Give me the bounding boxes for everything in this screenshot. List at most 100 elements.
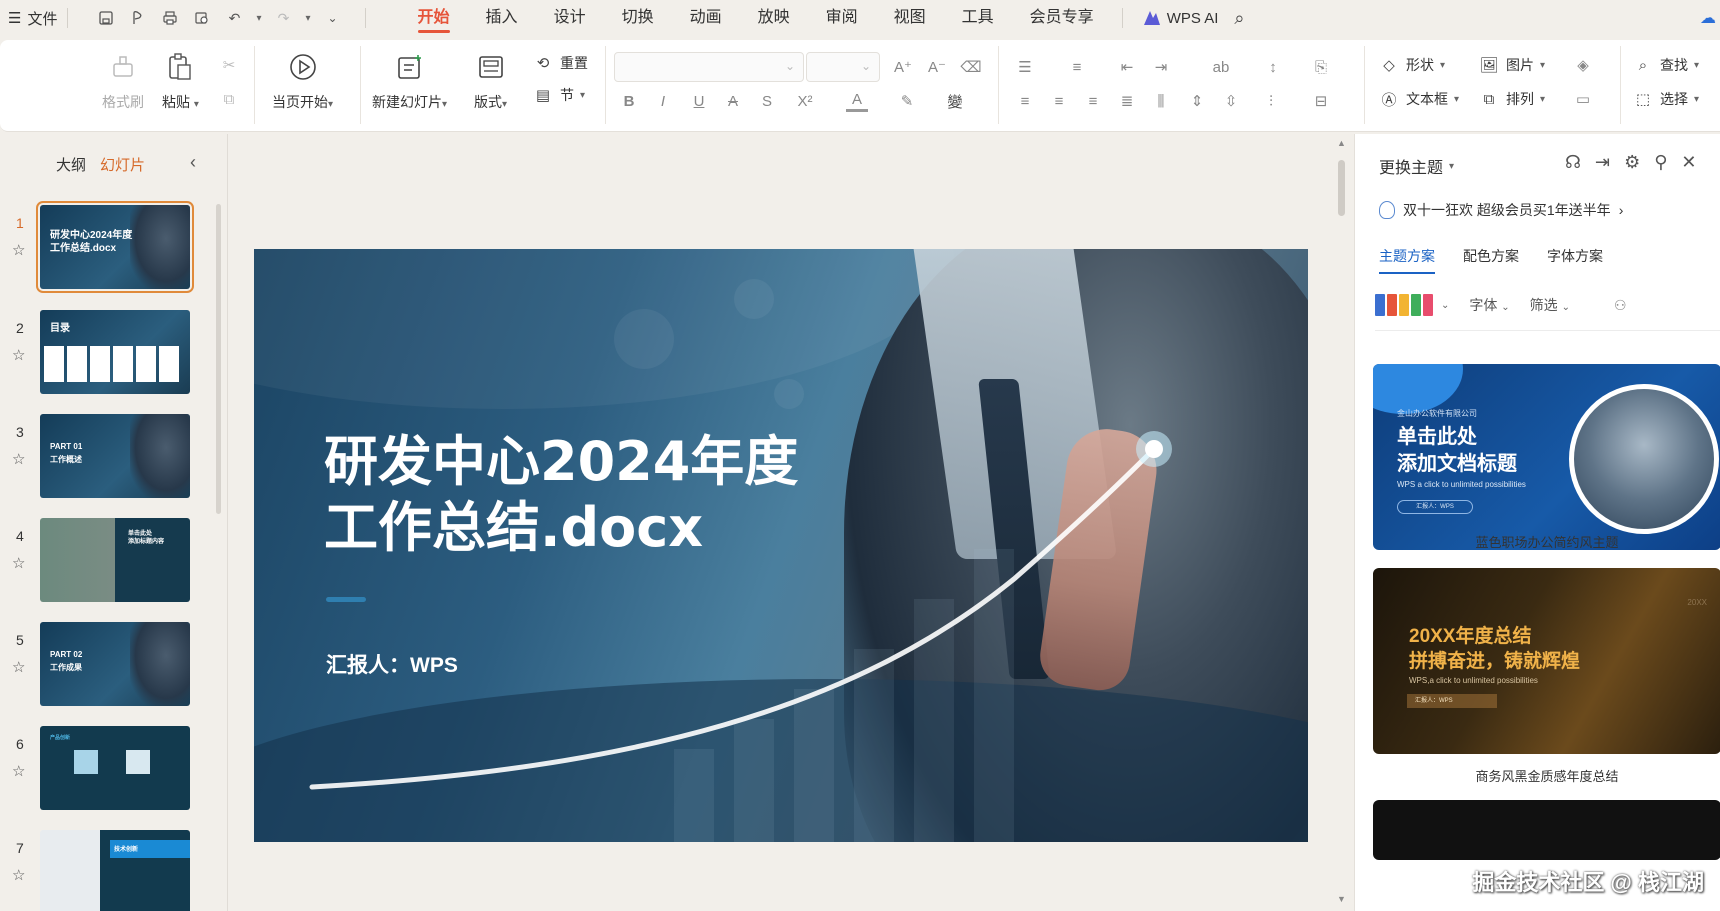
slide-thumbnail-item[interactable]: 3 ☆ PART 01 工作概述 — [0, 414, 200, 504]
tab-tools[interactable]: 工具 — [944, 0, 1012, 36]
superscript-icon[interactable]: X² — [794, 90, 816, 112]
file-menu[interactable]: ☰ 文件 — [0, 8, 57, 29]
color-filter[interactable]: ⌄ — [1375, 294, 1449, 316]
undo-icon[interactable]: ↶ — [224, 8, 244, 28]
font-family-select[interactable]: ⌄ — [614, 52, 804, 82]
star-icon[interactable]: ☆ — [12, 866, 28, 884]
slide-title[interactable]: 研发中心2024年度 工作总结.docx — [324, 429, 798, 561]
slide-thumbnail[interactable]: 产品创新 — [40, 726, 190, 810]
slide-thumbnail-item[interactable]: 4 ☆ 单击此处 添加标题内容 — [0, 518, 200, 608]
textbox-button[interactable]: Ⓐ 文本框 ▾ — [1378, 88, 1459, 110]
section-button[interactable]: ▤ 节 ▾ — [532, 84, 585, 106]
text-direction-icon[interactable]: ab — [1210, 56, 1232, 78]
copy-icon[interactable]: ⧉ — [218, 88, 240, 110]
tab-review[interactable]: 审阅 — [808, 0, 876, 36]
slide-thumbnail-item[interactable]: 7 ☆ 技术创新 — [0, 830, 200, 911]
clear-format-icon[interactable]: ⌫ — [960, 56, 982, 78]
scroll-up-icon[interactable]: ▲ — [1337, 138, 1346, 148]
star-icon[interactable]: ☆ — [12, 450, 28, 468]
font-color-icon[interactable]: A — [846, 90, 868, 112]
tab-font-scheme[interactable]: 字体方案 — [1547, 246, 1603, 274]
strikethrough-icon[interactable]: A — [722, 90, 744, 112]
slide-thumbnail-item[interactable]: 5 ☆ PART 02 工作成果 — [0, 622, 200, 712]
slide-thumbnail[interactable]: 研发中心2024年度 工作总结.docx — [36, 201, 194, 293]
font-filter[interactable]: 字体 ⌄ — [1469, 295, 1509, 315]
paste-button[interactable]: 粘贴 ▾ — [162, 52, 199, 112]
distribute-icon[interactable]: ⫼ — [1150, 90, 1172, 112]
slide-thumbnail-item[interactable]: 2 ☆ 目录 — [0, 310, 200, 400]
bullet-list-icon[interactable]: ☰ — [1014, 56, 1036, 78]
current-slide[interactable]: 研发中心2024年度 工作总结.docx 汇报人：WPS — [254, 249, 1308, 842]
outdent-icon[interactable]: ⇤ — [1116, 56, 1138, 78]
tab-animations[interactable]: 动画 — [672, 0, 740, 36]
panel-scrollbar[interactable] — [216, 204, 221, 514]
shadow-icon[interactable]: S — [756, 90, 778, 112]
line-spacing-icon[interactable]: ⇕ — [1186, 90, 1208, 112]
convert-icon[interactable]: ⎘ — [1310, 56, 1332, 78]
headset-icon[interactable]: ☊ — [1565, 152, 1581, 173]
bold-icon[interactable]: B — [618, 90, 640, 112]
slide-thumbnail-item[interactable]: 6 ☆ 产品创新 — [0, 726, 200, 816]
tab-insert[interactable]: 插入 — [468, 0, 536, 36]
customize-toolbar-icon[interactable]: ⌄ — [323, 8, 343, 28]
tab-transitions[interactable]: 切换 — [604, 0, 672, 36]
save-icon[interactable] — [96, 8, 116, 28]
print-preview-icon[interactable] — [192, 8, 212, 28]
cut-icon[interactable]: ✂ — [218, 54, 240, 76]
arrange-button[interactable]: ⧉ 排列 ▾ — [1478, 88, 1545, 110]
highlight-icon[interactable]: ✎ — [896, 90, 918, 112]
align-right-icon[interactable]: ≡ — [1082, 90, 1104, 112]
undo-dropdown-icon[interactable]: ▾ — [256, 13, 261, 24]
shape-button[interactable]: ◇ 形状 ▾ — [1378, 54, 1445, 76]
format-painter-button[interactable]: 格式刷 — [102, 52, 144, 112]
new-slide-button[interactable]: 新建幻灯片▾ — [372, 52, 447, 112]
tab-member[interactable]: 会员专享 — [1012, 0, 1112, 36]
find-button[interactable]: ⌕ 查找 ▾ — [1632, 54, 1699, 76]
tab-view[interactable]: 视图 — [876, 0, 944, 36]
tab-slideshow[interactable]: 放映 — [740, 0, 808, 36]
vertical-align-icon[interactable]: ⊟ — [1310, 90, 1332, 112]
increase-font-icon[interactable]: A⁺ — [892, 56, 914, 78]
tab-theme-scheme[interactable]: 主题方案 — [1379, 246, 1435, 274]
tab-design[interactable]: 设计 — [536, 0, 604, 36]
slide-thumbnail-item[interactable]: 1 ☆ 研发中心2024年度 工作总结.docx — [0, 201, 200, 295]
decrease-font-icon[interactable]: A⁻ — [926, 56, 948, 78]
wps-ai-button[interactable]: WPS AI — [1143, 10, 1218, 27]
align-center-icon[interactable]: ≡ — [1048, 90, 1070, 112]
tab-slides[interactable]: 幻灯片 — [100, 154, 145, 175]
paragraph-spacing-icon[interactable]: ⇳ — [1220, 90, 1242, 112]
picture-button[interactable]: 🖼 图片 ▾ — [1478, 54, 1545, 76]
redo-icon[interactable]: ↷ — [274, 8, 294, 28]
scroll-down-icon[interactable]: ▼ — [1337, 894, 1346, 904]
align-left-icon[interactable]: ≡ — [1014, 90, 1036, 112]
pin-icon[interactable]: ⚲ — [1654, 152, 1667, 173]
phonetic-icon[interactable]: 變 — [944, 90, 966, 112]
italic-icon[interactable]: I — [652, 90, 674, 112]
star-icon[interactable]: ☆ — [12, 554, 28, 572]
tab-color-scheme[interactable]: 配色方案 — [1463, 246, 1519, 274]
print-icon[interactable] — [160, 8, 180, 28]
theme-panel-header[interactable]: 更换主题 ▾ — [1379, 154, 1454, 178]
fill-icon[interactable]: ◈ — [1572, 54, 1594, 76]
start-from-current-button[interactable]: 当页开始▾ — [272, 52, 333, 112]
tab-home[interactable]: 开始 — [400, 0, 468, 36]
column-icon[interactable]: ⫶ — [1260, 90, 1282, 112]
promo-banner[interactable]: 双十一狂欢 超级会员买1年送半年 › — [1379, 200, 1623, 220]
export-pdf-icon[interactable] — [128, 8, 148, 28]
filter-dropdown[interactable]: 筛选 ⌄ — [1530, 295, 1570, 315]
tab-outline[interactable]: 大纲 — [56, 154, 86, 175]
slide-thumbnail[interactable]: PART 02 工作成果 — [40, 622, 190, 706]
cloud-icon[interactable]: ☁ — [1700, 8, 1716, 28]
font-size-select[interactable]: ⌄ — [806, 52, 880, 82]
canvas-scrollbar[interactable]: ▲ ▼ — [1334, 134, 1350, 911]
slide-thumbnail[interactable]: PART 01 工作概述 — [40, 414, 190, 498]
indent-icon[interactable]: ⇥ — [1150, 56, 1172, 78]
star-icon[interactable]: ☆ — [12, 762, 28, 780]
redo-dropdown-icon[interactable]: ▾ — [306, 13, 311, 24]
theme-card[interactable]: 金山办公软件有限公司 单击此处 添加文档标题 WPS a click to un… — [1373, 364, 1720, 550]
outline-icon[interactable]: ▭ — [1572, 88, 1594, 110]
slide-thumbnail[interactable]: 目录 — [40, 310, 190, 394]
select-button[interactable]: ⬚ 选择 ▾ — [1632, 88, 1699, 110]
gear-icon[interactable]: ⚙ — [1624, 152, 1640, 173]
star-icon[interactable]: ☆ — [12, 346, 28, 364]
